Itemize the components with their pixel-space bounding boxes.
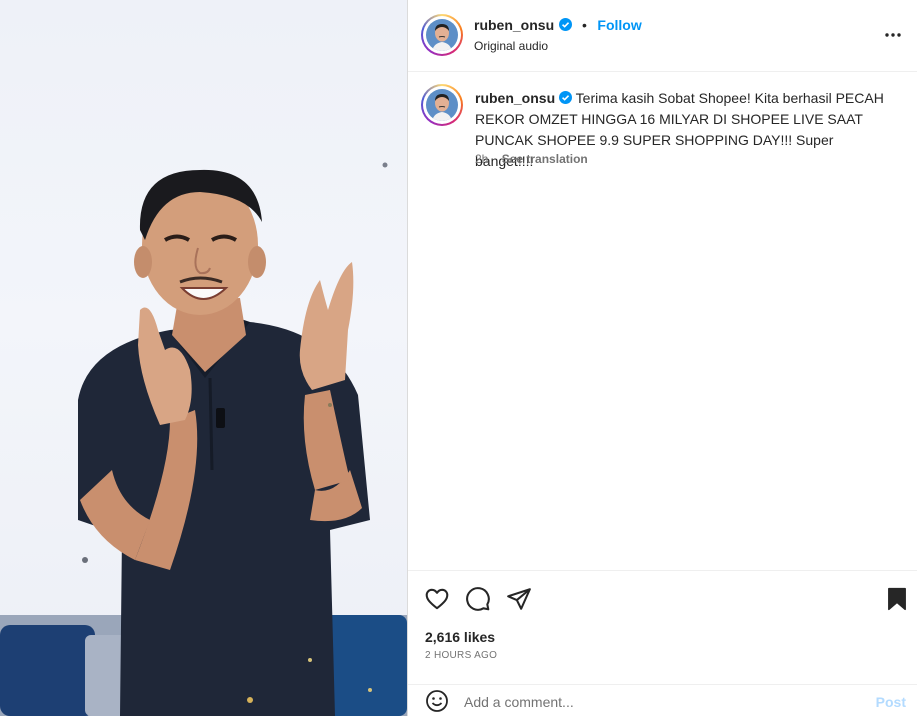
separator-dot: •	[582, 17, 587, 33]
author-username[interactable]: ruben_onsu	[474, 17, 554, 33]
verified-badge-icon	[559, 91, 573, 104]
comment-input[interactable]	[464, 691, 844, 713]
bookmark-filled-icon[interactable]	[884, 586, 910, 612]
likes-count[interactable]: 2,616 likes	[425, 629, 495, 645]
heart-outline-icon[interactable]	[424, 586, 450, 612]
caption-avatar[interactable]	[421, 84, 463, 126]
original-audio-link[interactable]: Original audio	[474, 39, 548, 53]
post-header: ruben_onsu • Follow Original audio	[408, 0, 917, 72]
verified-badge-icon	[558, 18, 572, 31]
more-options-icon[interactable]	[884, 26, 902, 44]
follow-button[interactable]: Follow	[597, 17, 641, 33]
post-comment-button[interactable]: Post	[876, 694, 906, 710]
post-details-panel: ruben_onsu • Follow Original audio ruben…	[407, 0, 917, 716]
caption-meta: 2h See translation	[475, 152, 588, 166]
post-media[interactable]	[0, 0, 407, 716]
caption-username[interactable]: ruben_onsu	[475, 90, 555, 106]
paper-plane-icon[interactable]	[506, 586, 532, 612]
author-avatar[interactable]	[421, 14, 463, 56]
see-translation-link[interactable]: See translation	[502, 152, 588, 166]
post-timestamp: 2 HOURS AGO	[425, 650, 498, 661]
action-bar: 2,616 likes 2 HOURS AGO	[408, 570, 917, 684]
smiley-icon[interactable]	[425, 689, 449, 713]
comment-bar: Post	[408, 684, 917, 716]
caption-age: 2h	[475, 152, 489, 166]
comment-bubble-icon[interactable]	[465, 586, 491, 612]
photo-man-clapping	[0, 162, 407, 716]
